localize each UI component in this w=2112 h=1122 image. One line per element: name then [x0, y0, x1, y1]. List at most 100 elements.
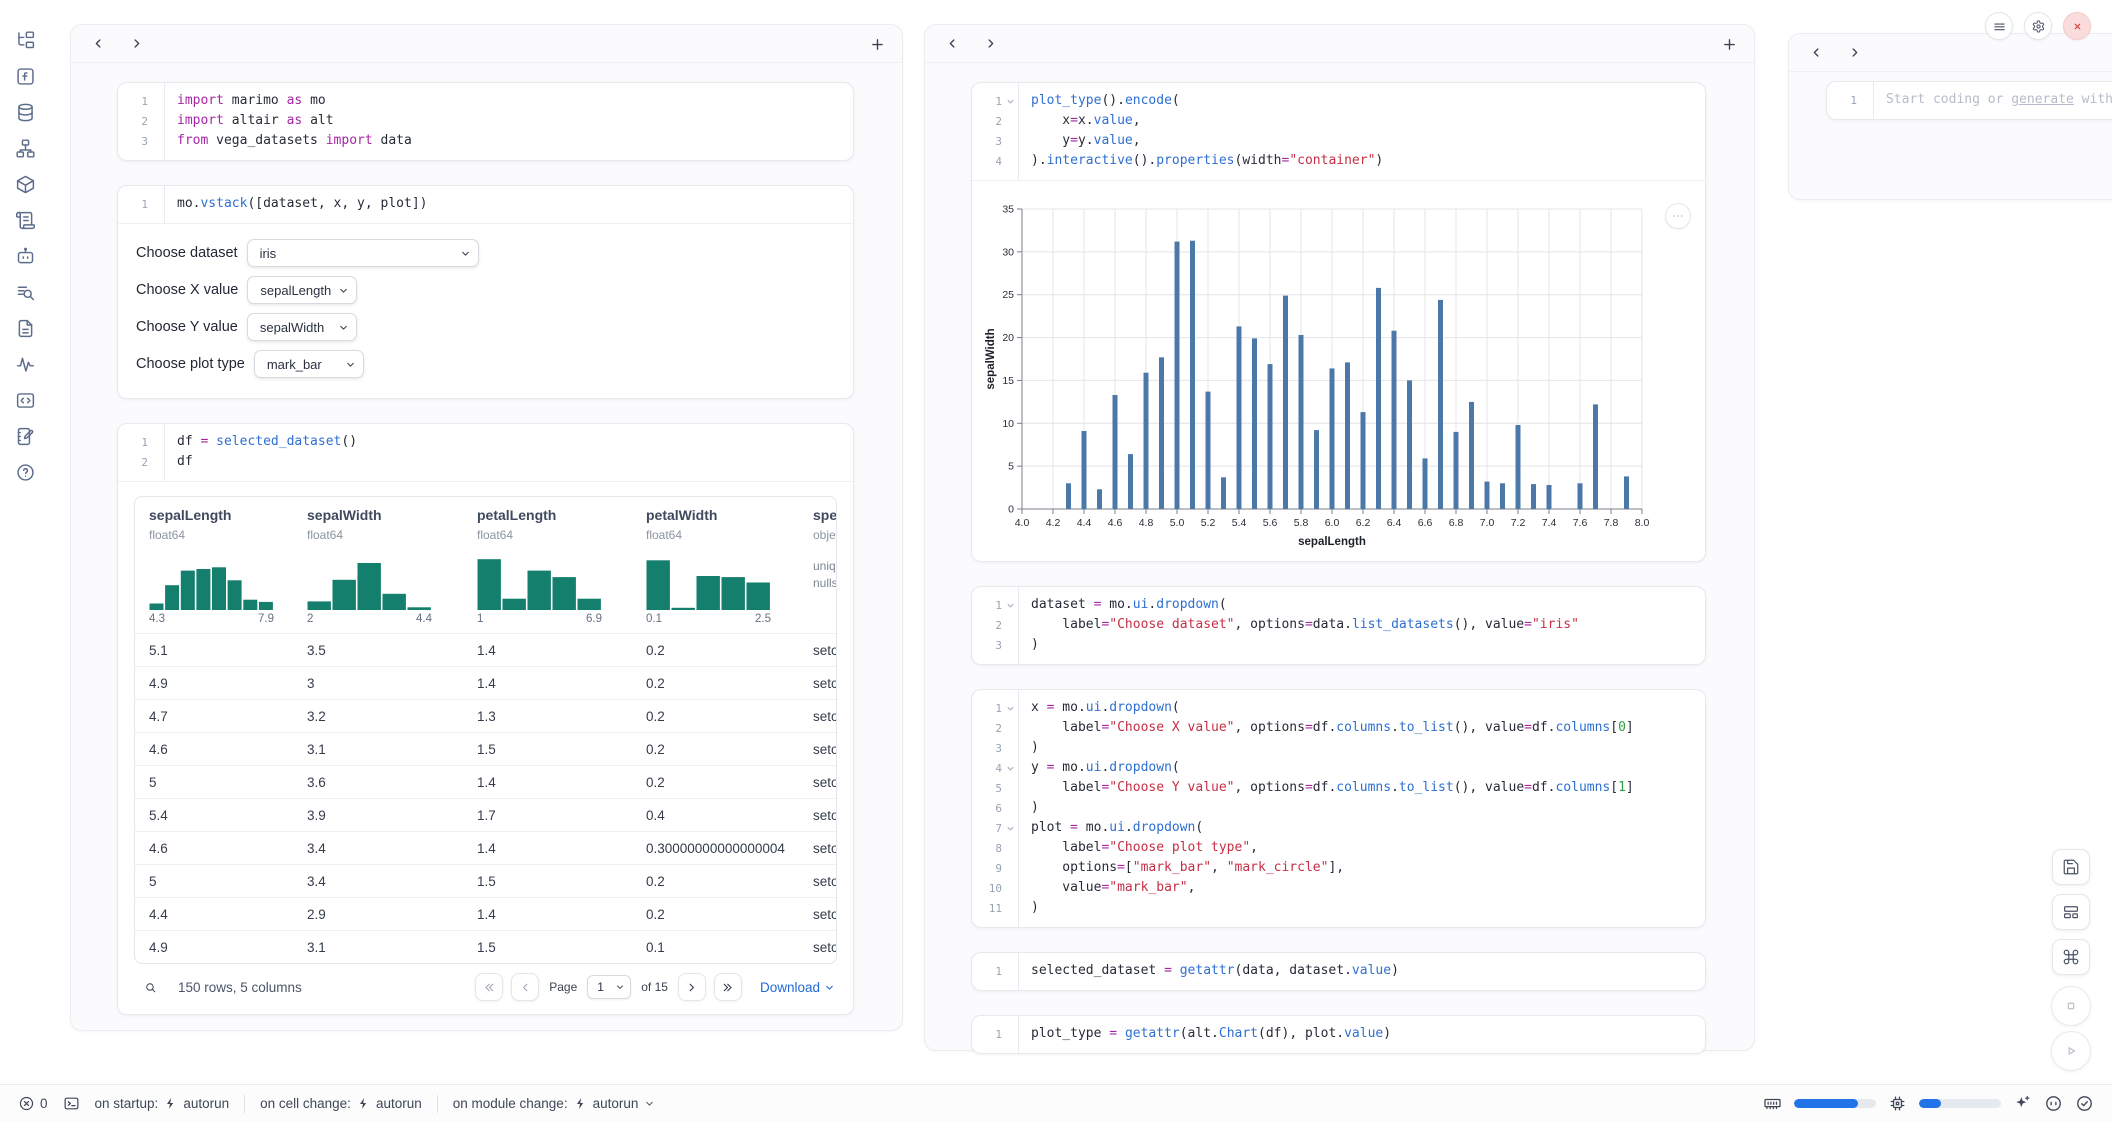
table-header-cell[interactable]: speciesobjectuniquenulls:: [813, 507, 836, 625]
table-header-cell[interactable]: petalLengthfloat6416.9: [477, 507, 646, 625]
errors-indicator[interactable]: 0: [18, 1095, 48, 1112]
svg-text:0: 0: [1008, 504, 1014, 516]
sidebar-documentation-button[interactable]: [12, 316, 38, 341]
add-cell-button[interactable]: [1718, 33, 1740, 55]
table-cell: 1.4: [477, 643, 646, 658]
fold-spacer: [1002, 838, 1018, 858]
copilot-status-button[interactable]: [2044, 1094, 2063, 1113]
code-editor[interactable]: 1x = mo.ui.dropdown(2 label="Choose X va…: [972, 690, 1705, 927]
sidebar-search-logs-button[interactable]: [12, 280, 38, 305]
sidebar-functions-button[interactable]: [12, 64, 38, 89]
code-editor[interactable]: 1plot_type = getattr(alt.Chart(df), plot…: [972, 1016, 1705, 1053]
notebook-column-2: 1plot_type().encode(2 x=x.value,3 y=y.va…: [924, 24, 1755, 1051]
sidebar-snippets-button[interactable]: [12, 388, 38, 413]
last-page-button[interactable]: [714, 973, 742, 1001]
table-cell: 3.6: [307, 775, 477, 790]
dropdown-row: Choose X valuesepalLength: [136, 276, 835, 304]
sidebar-logs-button[interactable]: [12, 208, 38, 233]
ai-assist-button[interactable]: [2013, 1094, 2032, 1113]
generate-with-ai-link[interactable]: generate: [2011, 92, 2074, 107]
table-header-cell[interactable]: sepalLengthfloat644.37.9: [149, 507, 307, 625]
line-number: 3: [972, 635, 1002, 655]
range-max: 2.5: [755, 613, 771, 625]
range-min: 4.3: [149, 613, 165, 625]
column-range: 4.37.9: [149, 613, 274, 625]
code-editor[interactable]: 1selected_dataset = getattr(data, datase…: [972, 953, 1705, 990]
scroll-prev-button[interactable]: [87, 33, 109, 55]
autorun-config-1[interactable]: on cell change:autorun: [260, 1096, 422, 1111]
altair-bar-chart[interactable]: 4.04.24.44.64.85.05.25.45.65.86.06.26.46…: [982, 189, 1682, 561]
autorun-config-0[interactable]: on startup:autorun: [95, 1096, 230, 1111]
autorun-value: autorun: [183, 1096, 229, 1111]
settings-button[interactable]: [2024, 12, 2052, 40]
next-page-button[interactable]: [678, 973, 706, 1001]
chart-menu-button[interactable]: [1665, 203, 1691, 229]
table-header-cell[interactable]: petalWidthfloat640.12.5: [646, 507, 813, 625]
autorun-config-2[interactable]: on module change:autorun: [453, 1096, 656, 1111]
svg-text:5.0: 5.0: [1170, 517, 1185, 529]
scroll-next-button[interactable]: [125, 33, 147, 55]
fold-chevron-icon[interactable]: [1002, 595, 1018, 615]
sidebar-scratchpad-button[interactable]: [12, 424, 38, 449]
fold-chevron-icon[interactable]: [1002, 91, 1018, 111]
scroll-next-button[interactable]: [1843, 42, 1865, 64]
sidebar-dependency-graph-button[interactable]: [12, 136, 38, 161]
sidebar-file-tree-button[interactable]: [12, 28, 38, 53]
chevron-down-icon: [824, 982, 835, 993]
dropdown-row: Choose Y valuesepalWidth: [136, 313, 835, 341]
code-editor[interactable]: 1plot_type().encode(2 x=x.value,3 y=y.va…: [972, 83, 1705, 181]
table-row: 4.93.11.50.1setosa: [135, 930, 836, 963]
stop-run-button[interactable]: [2051, 986, 2091, 1026]
menu-button[interactable]: [1985, 12, 2013, 40]
scroll-prev-button[interactable]: [1805, 42, 1827, 64]
line-number: 1: [972, 595, 1002, 615]
sidebar-ai-chat-button[interactable]: [12, 244, 38, 269]
run-all-button[interactable]: [2051, 1031, 2091, 1071]
line-number: 1: [118, 432, 148, 452]
scroll-prev-button[interactable]: [941, 33, 963, 55]
add-cell-button[interactable]: [866, 33, 888, 55]
table-cell: 0.2: [646, 874, 813, 889]
keyboard-shortcuts-button[interactable]: [2052, 939, 2090, 975]
code-line: 4).interactive().properties(width="conta…: [972, 151, 1705, 171]
layout-button[interactable]: [2052, 894, 2090, 930]
line-number: 3: [972, 131, 1002, 151]
table-row: 4.42.91.40.2setosa: [135, 897, 836, 930]
sidebar-database-button[interactable]: [12, 100, 38, 125]
code-editor[interactable]: 1 Start coding or generate with: [1827, 82, 2112, 119]
table-cell: setosa: [813, 742, 836, 757]
fold-chevron-icon[interactable]: [1002, 698, 1018, 718]
dataframe-output: sepalLengthfloat644.37.9sepalWidthfloat6…: [118, 482, 853, 1014]
save-button[interactable]: [2052, 849, 2090, 885]
first-page-button[interactable]: [475, 973, 503, 1001]
table-header-cell[interactable]: sepalWidthfloat6424.4: [307, 507, 477, 625]
code-editor[interactable]: 1mo.vstack([dataset, x, y, plot]): [118, 186, 853, 224]
scroll-next-button[interactable]: [979, 33, 1001, 55]
page-select[interactable]: 1: [587, 975, 631, 999]
table-search-button[interactable]: [136, 973, 164, 1001]
fold-chevron-icon[interactable]: [1002, 758, 1018, 778]
sidebar-help-button[interactable]: [12, 460, 38, 485]
chevrons-right-icon: [721, 981, 734, 994]
line-number: 1: [118, 194, 148, 214]
sidebar-tracing-button[interactable]: [12, 352, 38, 377]
dropdown-select[interactable]: mark_bar: [254, 350, 364, 378]
prev-page-button[interactable]: [511, 973, 539, 1001]
download-button[interactable]: Download: [760, 980, 835, 995]
code-editor[interactable]: 1import marimo as mo2import altair as al…: [118, 83, 853, 160]
shutdown-button[interactable]: [2063, 12, 2091, 40]
sidebar-packages-button[interactable]: [12, 172, 38, 197]
terminal-button[interactable]: [63, 1095, 80, 1112]
empty-code-cell[interactable]: 1 Start coding or generate with: [1826, 81, 2112, 120]
code-text: options=["mark_bar", "mark_circle"],: [1018, 858, 1344, 878]
dropdown-select[interactable]: sepalLength: [247, 276, 357, 304]
fold-chevron-icon[interactable]: [1002, 818, 1018, 838]
svg-text:15: 15: [1002, 375, 1014, 387]
dropdown-select[interactable]: iris: [247, 239, 479, 267]
chevron-down-icon: [644, 1098, 655, 1109]
code-editor[interactable]: 1dataset = mo.ui.dropdown(2 label="Choos…: [972, 587, 1705, 664]
code-editor[interactable]: 1df = selected_dataset()2df: [118, 424, 853, 482]
dropdown-value: sepalWidth: [260, 320, 324, 335]
dropdown-select[interactable]: sepalWidth: [247, 313, 357, 341]
connection-status-button[interactable]: [2075, 1094, 2094, 1113]
